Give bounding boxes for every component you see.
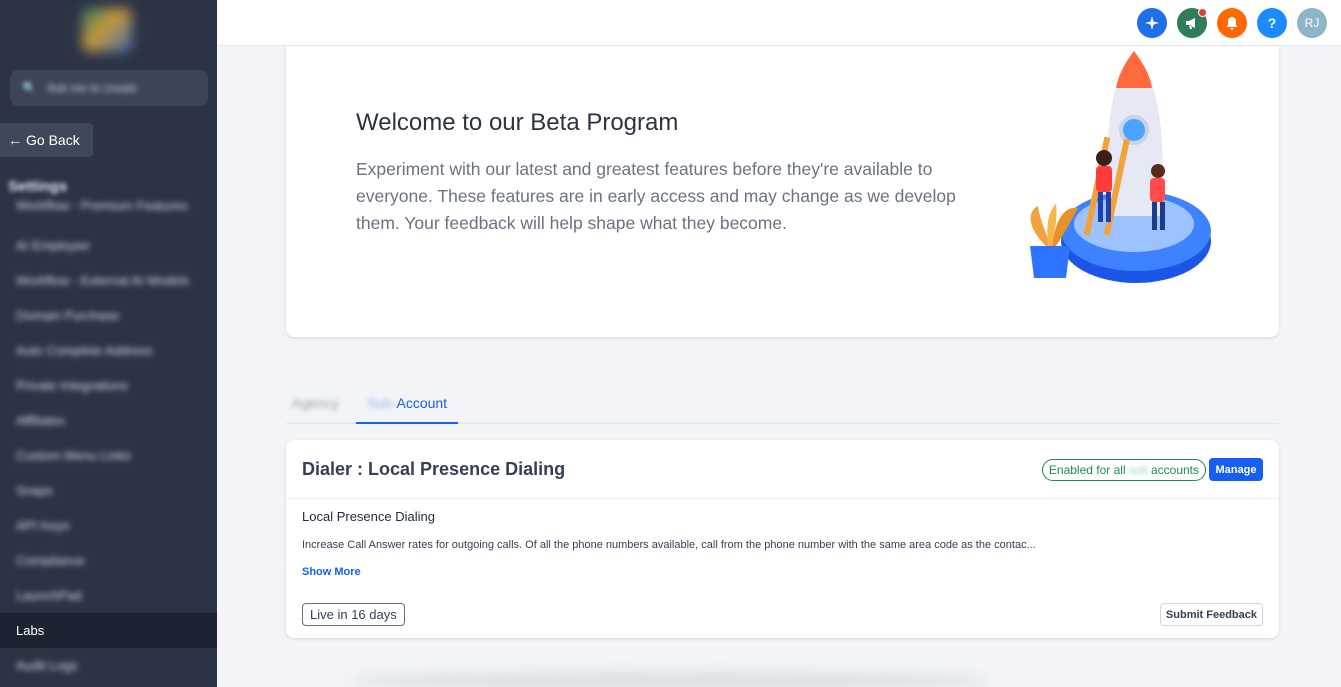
sidebar-item-domain-purchase[interactable]: Domain Purchase bbox=[0, 298, 217, 333]
notification-bell-icon[interactable] bbox=[1217, 8, 1247, 38]
status-badge: Enabled for all sub accounts bbox=[1041, 459, 1206, 481]
search-icon: 🔍 bbox=[22, 81, 37, 95]
live-countdown-badge: Live in 16 days bbox=[302, 603, 405, 626]
unread-dot bbox=[1198, 8, 1207, 17]
settings-heading: Settings bbox=[8, 178, 68, 195]
announcement-icon[interactable] bbox=[1177, 8, 1207, 38]
arrow-left-icon: ← bbox=[8, 132, 22, 148]
tab-sub-label: Account bbox=[396, 395, 448, 411]
company-logo[interactable] bbox=[82, 8, 132, 52]
feature-card: Dialer : Local Presence Dialing Enabled … bbox=[286, 440, 1279, 638]
sidebar-search[interactable]: 🔍 Ask me to create bbox=[10, 70, 208, 106]
sidebar: 🔍 Ask me to create ← Go Back Settings Wo… bbox=[0, 0, 217, 687]
manage-button[interactable]: Manage bbox=[1209, 458, 1263, 481]
feature-card-header: Dialer : Local Presence Dialing Enabled … bbox=[286, 440, 1279, 499]
top-bar: ? RJ bbox=[217, 0, 1341, 46]
tab-sub-account[interactable]: Sub-Account bbox=[356, 395, 458, 424]
ai-assistant-icon[interactable] bbox=[1137, 8, 1167, 38]
settings-nav: Workflow - Premium Features AI Employee … bbox=[0, 195, 217, 683]
sidebar-item-private-integrations[interactable]: Private Integrations bbox=[0, 368, 217, 403]
sidebar-item-ai-employee[interactable]: AI Employee bbox=[0, 228, 217, 263]
search-placeholder: Ask me to create bbox=[46, 81, 137, 95]
tab-agency[interactable]: Agency bbox=[292, 395, 339, 411]
sidebar-item-custom-menu-links[interactable]: Custom Menu Links bbox=[0, 438, 217, 473]
feature-title: Dialer : Local Presence Dialing bbox=[302, 459, 566, 479]
go-back-button[interactable]: ← Go Back bbox=[0, 123, 93, 157]
sidebar-item-audit-logs[interactable]: Audit Logs bbox=[0, 648, 217, 683]
sidebar-item-workflow-external-ai[interactable]: Workflow - External AI Models bbox=[0, 263, 217, 298]
page-description: Experiment with our latest and greatest … bbox=[356, 159, 956, 233]
go-back-label: Go Back bbox=[26, 132, 80, 148]
next-card-peek bbox=[350, 672, 990, 687]
rocket-illustration bbox=[1030, 51, 1211, 283]
submit-feedback-button[interactable]: Submit Feedback bbox=[1159, 603, 1263, 626]
sidebar-item-labs[interactable]: Labs bbox=[0, 613, 217, 648]
sidebar-item-auto-complete[interactable]: Auto Complete Address bbox=[0, 333, 217, 368]
beta-program-banner: Welcome to our Beta Program Experiment w… bbox=[286, 46, 1279, 337]
sidebar-item-compliance[interactable]: Compliance bbox=[0, 543, 217, 578]
show-more-link[interactable]: Show More bbox=[302, 566, 361, 578]
feature-description: Increase Call Answer rates for outgoing … bbox=[302, 539, 1036, 551]
sidebar-item-workflow-premium[interactable]: Workflow - Premium Features bbox=[0, 195, 217, 228]
page-title: Welcome to our Beta Program bbox=[356, 109, 679, 136]
labs-tabs: Agency Sub-Account bbox=[286, 390, 1279, 424]
help-icon[interactable]: ? bbox=[1257, 8, 1287, 38]
user-avatar[interactable]: RJ bbox=[1297, 8, 1327, 38]
sidebar-item-launchpad[interactable]: LaunchPad bbox=[0, 578, 217, 613]
feature-name: Local Presence Dialing bbox=[302, 509, 435, 524]
sidebar-item-api-keys[interactable]: API Keys bbox=[0, 508, 217, 543]
tab-sub-prefix: Sub- bbox=[366, 395, 397, 411]
top-icon-group: ? RJ bbox=[1137, 8, 1327, 38]
sidebar-item-snaps[interactable]: Snaps bbox=[0, 473, 217, 508]
sidebar-item-affiliates[interactable]: Affiliates bbox=[0, 403, 217, 438]
